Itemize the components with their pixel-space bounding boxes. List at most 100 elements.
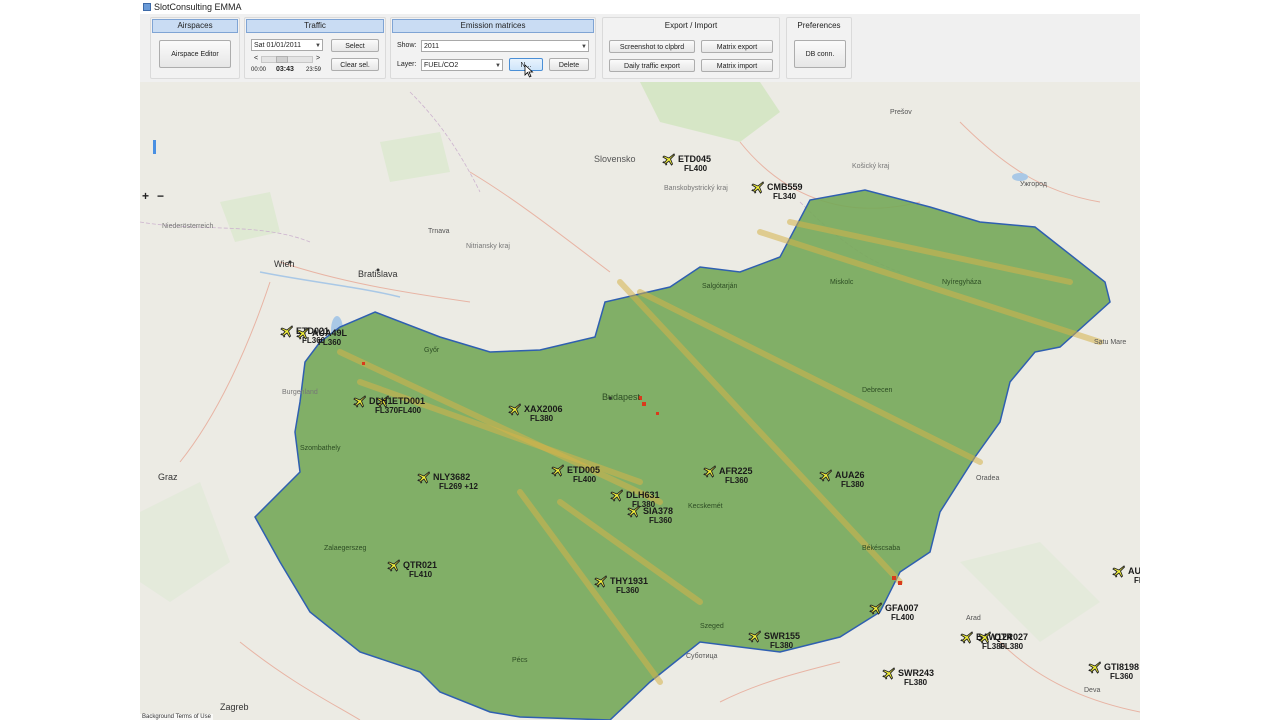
flight-label[interactable]: ETD045 FL400 (678, 154, 711, 174)
screenshot-to-clipboard-button[interactable]: Screenshot to clpbrd (609, 40, 695, 53)
label-arad: Arad (966, 615, 981, 622)
flight-callsign: SIA378 (643, 506, 674, 516)
flight-level: FL380 (841, 480, 865, 489)
flight-label[interactable]: AUA26 FL380 (835, 470, 865, 490)
airplane-icon[interactable] (508, 402, 522, 416)
daily-traffic-export-button[interactable]: Daily traffic export (609, 59, 695, 72)
flight-level: FL269 +12 (439, 482, 478, 491)
flight-level: FL380 (1000, 642, 1024, 651)
flight-level: FL380 (904, 678, 928, 687)
traffic-date-picker[interactable]: Sat 01/01/2011 ▼ (251, 39, 323, 51)
airspaces-header[interactable]: Airspaces (152, 19, 238, 33)
time-current: 03:43 (276, 66, 294, 73)
airplane-icon[interactable] (748, 629, 762, 643)
label-slovensko: Slovensko (594, 154, 636, 164)
flight-callsign: AUA49L (312, 328, 348, 338)
time-slider[interactable] (261, 56, 313, 63)
traffic-header[interactable]: Traffic (246, 19, 384, 33)
label-bratislava: Bratislava (358, 269, 398, 279)
emission-matrices-header[interactable]: Emission matrices (392, 19, 594, 33)
flight-label[interactable]: QTR021 FL410 (403, 560, 437, 580)
flight-label[interactable]: ETD005 FL400 (567, 465, 600, 485)
show-value: 2011 (424, 43, 440, 50)
airplane-icon[interactable] (819, 468, 833, 482)
airplane-icon[interactable] (960, 630, 974, 644)
flight-callsign: AFR225 (719, 466, 753, 476)
airplane-icon[interactable] (627, 504, 641, 518)
airplane-icon[interactable] (280, 324, 294, 338)
clear-selection-button[interactable]: Clear sel. (331, 58, 379, 71)
label-burgenland: Burgenland (282, 389, 318, 396)
title-bar: SlotConsulting EMMA (140, 0, 1140, 14)
flight-level: FL400 (891, 613, 915, 622)
airplane-icon[interactable] (1112, 564, 1126, 578)
flight-label[interactable]: GTI8198 FL360 (1104, 662, 1139, 682)
label-kosice: Košický kraj (852, 163, 890, 170)
flight-label[interactable]: SWR243 FL380 (898, 668, 934, 688)
time-prev-button[interactable]: < (254, 54, 258, 64)
airplane-icon[interactable] (594, 574, 608, 588)
select-button[interactable]: Select (331, 39, 379, 52)
flight-callsign: XAX2006 (524, 404, 563, 414)
flight-label[interactable]: XAX2006 FL380 (524, 404, 563, 424)
flight-label[interactable]: GFA007 FL400 (885, 603, 919, 623)
zoom-in-button[interactable]: + (142, 190, 149, 202)
db-connection-button[interactable]: DB conn. (794, 40, 846, 68)
airplane-icon[interactable] (1088, 660, 1102, 674)
flight-label[interactable]: NLY3682 FL269 +12 (433, 472, 478, 492)
airspace-editor-button[interactable]: Airspace Editor (159, 40, 231, 68)
delete-matrix-button[interactable]: Delete (549, 58, 589, 71)
flight-label[interactable]: THY1931 FL360 (610, 576, 648, 596)
label-debrecen: Debrecen (862, 387, 893, 394)
airplane-icon[interactable] (978, 630, 992, 644)
flight-callsign: SWR243 (898, 668, 935, 678)
airplane-icon[interactable] (610, 488, 624, 502)
flight-label[interactable]: SWR155 FL380 (764, 631, 800, 651)
map-view[interactable]: Slovensko Wien Bratislava Budapest Graz … (140, 82, 1140, 720)
airplane-icon[interactable] (353, 394, 367, 408)
airplane-icon[interactable] (869, 601, 883, 615)
flight-callsign: QTR027 (994, 632, 1029, 642)
flight-label[interactable]: AUAFL36 (1128, 566, 1140, 586)
flight-level: FL400 (398, 406, 422, 415)
flight-callsign: THY1931 (610, 576, 649, 586)
label-zalaegerszeg: Zalaegerszeg (324, 545, 367, 552)
airplane-icon[interactable] (417, 470, 431, 484)
label-oradea: Oradea (976, 475, 1000, 482)
time-end: 23:59 (306, 67, 322, 73)
export-import-header: Export / Import (664, 21, 718, 30)
airplane-icon[interactable] (387, 558, 401, 572)
flight-label[interactable]: QTR027 FL380 (994, 632, 1028, 652)
airplane-icon[interactable] (296, 326, 310, 340)
time-slider-thumb[interactable] (276, 56, 288, 63)
label-szombathely: Szombathely (300, 445, 341, 452)
label-uzhorod: Ужгород (1020, 181, 1047, 188)
airplane-icon[interactable] (662, 152, 676, 166)
airplane-icon[interactable] (551, 463, 565, 477)
airplane-icon[interactable] (751, 180, 765, 194)
layer-select[interactable]: FUEL/CO2 ▼ (421, 59, 503, 71)
flight-label[interactable]: CMB559 FL340 (767, 182, 803, 202)
matrix-import-button[interactable]: Matrix import (701, 59, 773, 72)
flight-label[interactable]: AFR225 FL360 (719, 466, 753, 486)
flight-label[interactable]: SIA378 FL360 (643, 506, 673, 526)
flight-callsign: QTR021 (403, 560, 438, 570)
label-nyiregyhaza: Nyíregyháza (942, 279, 982, 286)
label-trnava: Trnava (428, 228, 450, 235)
zoom-out-button[interactable]: − (157, 190, 164, 202)
matrix-export-button[interactable]: Matrix export (701, 40, 773, 53)
airplane-icon[interactable] (882, 666, 896, 680)
airplane-icon[interactable] (703, 464, 717, 478)
flight-callsign: AUA (1128, 566, 1140, 576)
mouse-cursor-icon (524, 64, 534, 78)
map-attribution[interactable]: Background Terms of Use (140, 714, 213, 720)
flight-label[interactable]: AUA49L FL360 (312, 328, 347, 348)
flight-label[interactable]: DLH1 FL370 (369, 396, 398, 416)
flight-callsign: DLH1 (369, 396, 393, 406)
preferences-header: Preferences (797, 21, 841, 30)
show-select[interactable]: 2011 ▼ (421, 40, 589, 52)
time-next-button[interactable]: > (316, 54, 320, 64)
flight-level: FL340 (773, 192, 797, 201)
scroll-indicator (153, 140, 156, 154)
flight-callsign: SWR155 (764, 631, 801, 641)
